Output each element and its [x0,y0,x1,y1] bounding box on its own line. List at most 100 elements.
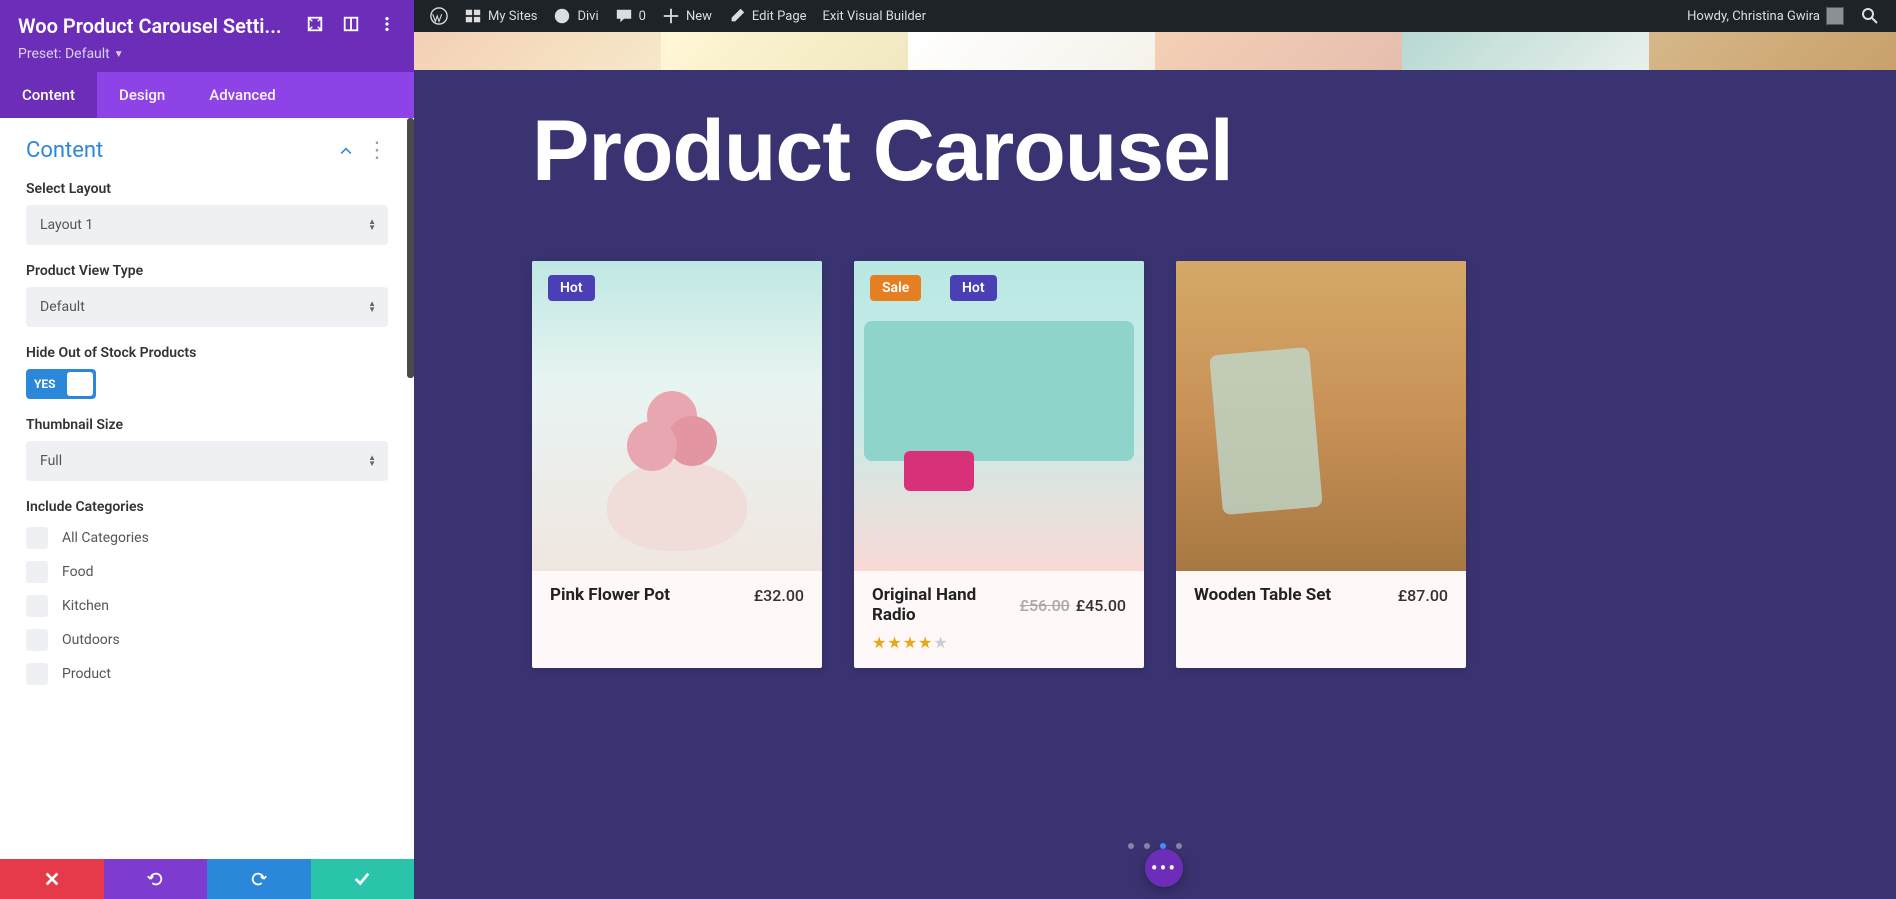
canvas: Product Carousel Hot Pink Flower Pot £32… [414,32,1896,899]
product-title: Original Hand Radio [872,585,1020,625]
category-label: Product [62,666,111,682]
product-card[interactable]: Sale Hot Original Hand Radio £56.00£45.0… [854,261,1144,668]
strip-image [908,32,1155,70]
comments-link[interactable]: 0 [607,0,654,32]
product-card[interactable]: Hot Pink Flower Pot £32.00 [532,261,822,668]
tab-design[interactable]: Design [97,72,187,118]
divi-label: Divi [577,9,598,24]
strip-image [661,32,908,70]
preset-label: Preset: Default [18,46,110,62]
product-view-dropdown[interactable]: Default ▲▼ [26,287,388,327]
carousel-pagination [1128,843,1182,849]
builder-fab[interactable]: ••• [1145,849,1183,887]
thumbnail-dropdown[interactable]: Full ▲▼ [26,441,388,481]
toggle-yes-label: YES [26,377,64,391]
chevron-down-icon: ▼ [114,49,124,60]
settings-panel: Woo Product Carousel Setti... Preset: De… [0,0,414,899]
checkbox[interactable] [26,629,48,651]
expand-icon[interactable] [306,15,324,37]
checkbox[interactable] [26,561,48,583]
pagination-dot[interactable] [1176,843,1182,849]
product-image: Sale Hot [854,261,1144,571]
panel-title: Woo Product Carousel Setti... [18,14,296,38]
select-arrows-icon: ▲▼ [368,301,376,313]
search-toggle[interactable] [1852,0,1888,32]
category-label: All Categories [62,530,149,546]
product-carousel: Hot Pink Flower Pot £32.00 Sale Hot Orig… [532,261,1896,668]
include-cat-label: Include Categories [26,499,388,515]
product-view-value: Default [40,299,85,315]
section-options-icon[interactable]: ⋮ [366,138,388,163]
category-label: Outdoors [62,632,120,648]
category-row[interactable]: Kitchen [26,595,388,617]
edit-page-label: Edit Page [752,9,807,24]
select-arrows-icon: ▲▼ [368,455,376,467]
hide-oos-label: Hide Out of Stock Products [26,345,388,361]
howdy-label: Howdy, Christina Gwira [1687,9,1820,24]
star-rating: ★★★★★ [872,633,1126,652]
checkbox[interactable] [26,595,48,617]
cancel-button[interactable] [0,859,104,899]
exit-vb-link[interactable]: Exit Visual Builder [815,0,934,32]
sites-icon [464,7,482,25]
category-row[interactable]: Product [26,663,388,685]
column-view-icon[interactable] [342,15,360,37]
search-icon [1860,6,1880,26]
checkbox[interactable] [26,527,48,549]
product-price: £87.00 [1398,586,1448,605]
top-image-strip [414,32,1896,70]
save-button[interactable] [311,859,415,899]
undo-button[interactable] [104,859,208,899]
preset-selector[interactable]: Preset: Default ▼ [18,46,396,62]
wp-admin-bar: My Sites Divi 0 New Edit Page Exit Visua… [414,0,1896,32]
badge-hot: Hot [950,275,997,301]
pagination-dot[interactable] [1144,843,1150,849]
comment-icon [615,7,633,25]
category-row[interactable]: Food [26,561,388,583]
product-title: Pink Flower Pot [550,585,754,605]
tab-content[interactable]: Content [0,72,97,118]
select-layout-value: Layout 1 [40,217,93,233]
redo-button[interactable] [207,859,311,899]
new-label: New [686,9,712,24]
pagination-dot[interactable] [1128,843,1134,849]
product-image: Hot [532,261,822,571]
toggle-knob [67,372,93,396]
edit-page-link[interactable]: Edit Page [720,0,815,32]
strip-image [1649,32,1896,70]
checkbox[interactable] [26,663,48,685]
plus-icon [662,7,680,25]
my-sites-label: My Sites [488,9,537,24]
scrollbar[interactable] [407,118,414,378]
exit-vb-label: Exit Visual Builder [823,9,926,24]
pencil-icon [728,7,746,25]
category-label: Kitchen [62,598,109,614]
section-title: Content [26,138,103,163]
select-layout-dropdown[interactable]: Layout 1 ▲▼ [26,205,388,245]
panel-body: Content ⋮ Select Layout Layout 1 ▲▼ Prod… [0,118,414,859]
divi-link[interactable]: Divi [545,0,606,32]
section-content-head[interactable]: Content ⋮ [26,138,388,163]
product-view-label: Product View Type [26,263,388,279]
product-title: Wooden Table Set [1194,585,1398,605]
strip-image [414,32,661,70]
panel-header: Woo Product Carousel Setti... Preset: De… [0,0,414,72]
product-image [1176,261,1466,571]
product-price: £56.00£45.00 [1020,596,1126,615]
category-row[interactable]: All Categories [26,527,388,549]
wp-logo[interactable] [422,0,456,32]
thumbnail-label: Thumbnail Size [26,417,388,433]
account-link[interactable]: Howdy, Christina Gwira [1679,0,1852,32]
tab-advanced[interactable]: Advanced [187,72,297,118]
strip-image [1155,32,1402,70]
kebab-icon[interactable] [378,15,396,37]
chevron-up-icon [338,143,354,159]
product-card[interactable]: Wooden Table Set £87.00 [1176,261,1466,668]
my-sites-link[interactable]: My Sites [456,0,545,32]
badge-sale: Sale [870,275,921,301]
comments-count: 0 [639,9,646,24]
category-row[interactable]: Outdoors [26,629,388,651]
avatar [1826,7,1844,25]
hide-oos-toggle[interactable]: YES [26,369,96,399]
new-link[interactable]: New [654,0,720,32]
